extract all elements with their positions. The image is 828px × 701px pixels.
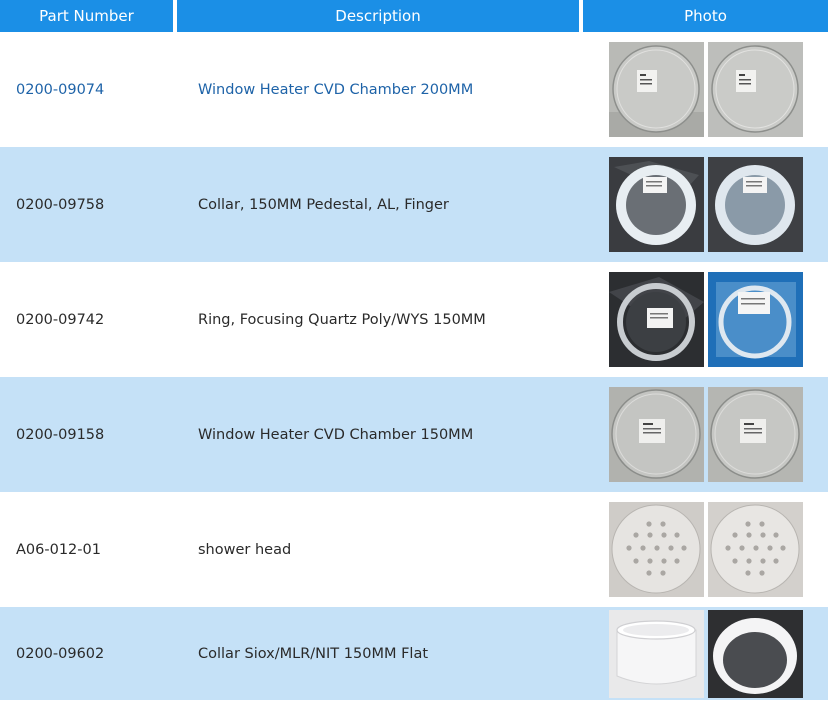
part-number: 0200-09742 [16, 311, 105, 328]
product-photo[interactable] [609, 157, 704, 252]
table-row: 0200-09158 Window Heater CVD Chamber 150… [0, 377, 828, 492]
product-photo[interactable] [708, 42, 803, 137]
product-photo[interactable] [609, 42, 704, 137]
product-photo[interactable] [609, 502, 704, 597]
product-photo[interactable] [708, 387, 803, 482]
description-link[interactable]: Window Heater CVD Chamber 200MM [177, 82, 607, 98]
product-photo[interactable] [708, 272, 803, 367]
description: Collar, 150MM Pedestal, AL, Finger [198, 196, 449, 213]
part-number: A06-012-01 [16, 541, 101, 558]
product-photo[interactable] [708, 609, 803, 698]
header-part-number: Part Number [0, 0, 173, 32]
parts-table: Part Number Description Photo 0200-09074… [0, 0, 828, 700]
description: shower head [198, 541, 292, 558]
product-photo[interactable] [708, 157, 803, 252]
product-photo[interactable] [609, 387, 704, 482]
part-number-link[interactable]: 0200-09074 [0, 82, 177, 98]
product-photo[interactable] [609, 609, 704, 698]
part-number: 0200-09158 [16, 426, 105, 443]
table-header: Part Number Description Photo [0, 0, 828, 32]
table-row: 0200-09074 Window Heater CVD Chamber 200… [0, 32, 828, 147]
part-number: 0200-09602 [16, 645, 105, 662]
product-photo[interactable] [708, 502, 803, 597]
part-number: 0200-09758 [16, 196, 105, 213]
table-row: 0200-09758 Collar, 150MM Pedestal, AL, F… [0, 147, 828, 262]
header-photo: Photo [583, 0, 828, 32]
description: Collar Siox/MLR/NIT 150MM Flat [198, 645, 429, 662]
table-row: 0200-09602 Collar Siox/MLR/NIT 150MM Fla… [0, 607, 828, 700]
table-row: 0200-09742 Ring, Focusing Quartz Poly/WY… [0, 262, 828, 377]
description: Ring, Focusing Quartz Poly/WYS 150MM [198, 311, 486, 328]
description: Window Heater CVD Chamber 150MM [198, 426, 474, 443]
header-description: Description [177, 0, 579, 32]
table-row: A06-012-01 shower head [0, 492, 828, 607]
product-photo[interactable] [609, 272, 704, 367]
